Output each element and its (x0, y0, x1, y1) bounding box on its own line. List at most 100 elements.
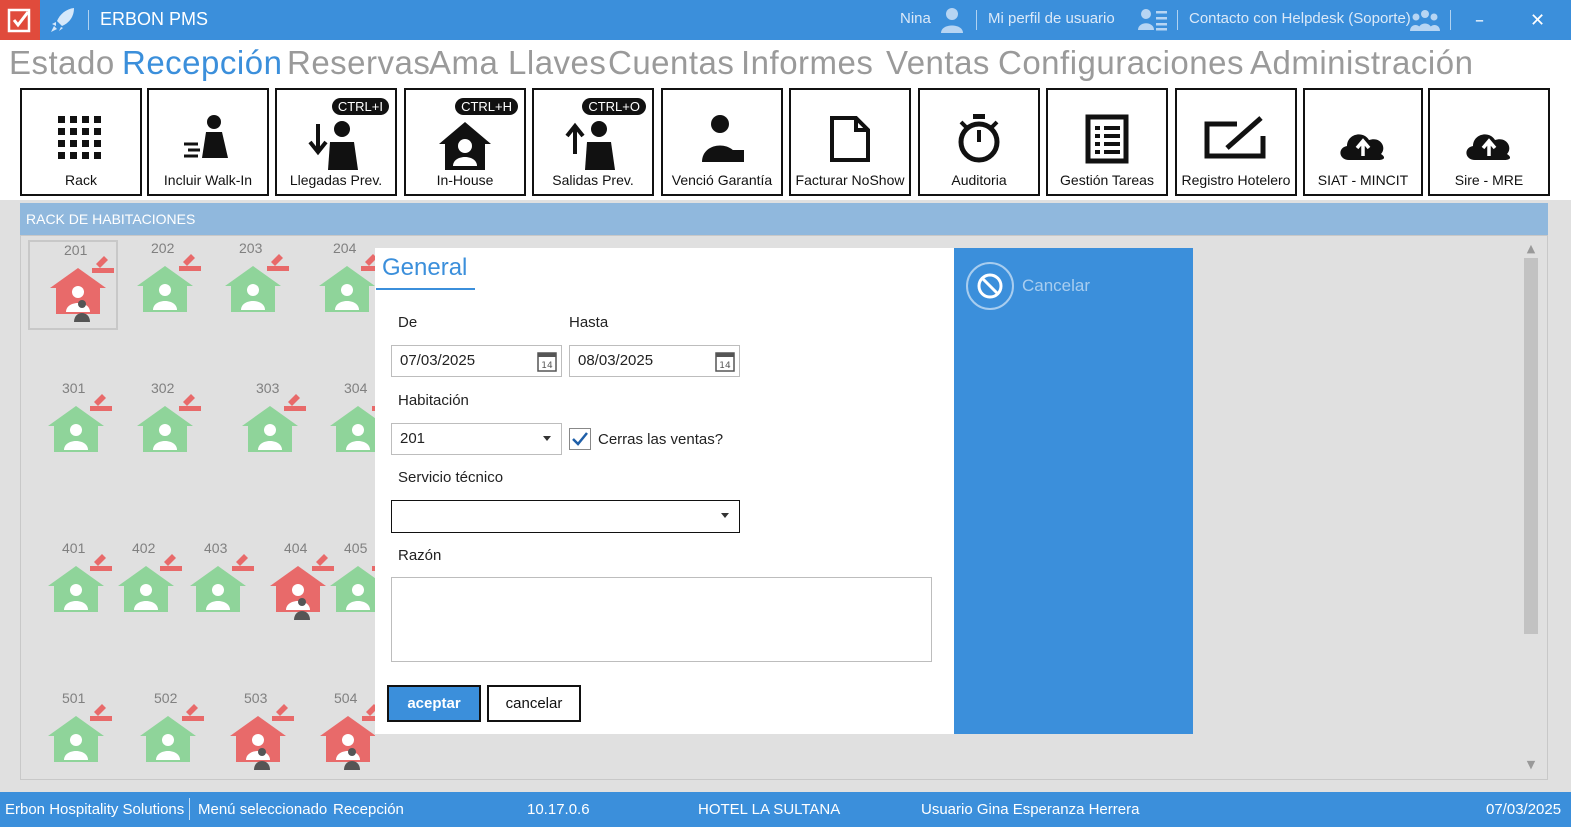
title-separator (1450, 10, 1451, 30)
hotel-name: HOTEL LA SULTANA (698, 801, 841, 818)
tool-label: Llegadas Prev. (289, 172, 383, 188)
to-date-field[interactable]: 08/03/2025 14 (569, 345, 740, 377)
tool-sire-button[interactable]: Sire - MRE (1428, 88, 1550, 196)
reason-textarea[interactable] (391, 577, 932, 662)
helpdesk-link[interactable]: Contacto con Helpdesk (Soporte) (1189, 10, 1411, 27)
app-version: 10.17.0.6 (527, 801, 590, 818)
title-bar: ERBON PMS Nina Mi perfil de usuario Cont… (0, 0, 1571, 40)
shortcut-badge: CTRL+O (582, 98, 646, 115)
tool-audit-button[interactable]: Auditoria (918, 88, 1040, 196)
grid-icon (58, 116, 101, 159)
room-number: 204 (333, 240, 357, 256)
room-203[interactable]: 203 (205, 240, 295, 330)
from-date-value: 07/03/2025 (400, 352, 476, 369)
room-501[interactable]: 501 (28, 690, 118, 780)
profile-link[interactable]: Mi perfil de usuario (988, 10, 1115, 27)
room-302[interactable]: 302 (117, 380, 207, 470)
tech-service-select[interactable] (391, 500, 740, 533)
tool-guarantee-button[interactable]: Venció Garantía (661, 88, 783, 196)
tool-registry-button[interactable]: Registro Hotelero (1175, 88, 1297, 196)
tool-siat-button[interactable]: SIAT - MINCIT (1303, 88, 1423, 196)
house-icon (439, 122, 491, 170)
svg-text:14: 14 (541, 361, 553, 371)
tool-departures-button[interactable]: CTRL+O Salidas Prev. (532, 88, 654, 196)
minimize-button[interactable]: – (1452, 0, 1507, 40)
room-403[interactable]: 403 (170, 540, 260, 630)
arrivals-icon (308, 121, 358, 170)
room-201[interactable]: 201 (28, 240, 118, 330)
calendar-icon[interactable]: 14 (537, 350, 557, 372)
tool-label: Venció Garantía (671, 172, 773, 188)
room-202[interactable]: 202 (117, 240, 207, 330)
room-304[interactable]: 304 (310, 380, 375, 470)
room-504[interactable]: 504 (300, 690, 375, 780)
title-separator (1177, 10, 1178, 30)
menu-estado[interactable]: Estado (9, 44, 115, 82)
menu-ventas[interactable]: Ventas (886, 44, 990, 82)
accept-button[interactable]: aceptar (387, 685, 481, 722)
tool-noshow-button[interactable]: Facturar NoShow (789, 88, 911, 196)
room-select[interactable]: 201 (391, 423, 562, 455)
room-number: 502 (154, 690, 178, 706)
tool-inhouse-button[interactable]: CTRL+H In-House (404, 88, 526, 196)
status-separator (189, 798, 190, 820)
departures-icon (565, 121, 615, 170)
user-icon[interactable] (940, 7, 964, 33)
main-menu: Estado Recepción Reservas Ama Llaves Cue… (0, 40, 1571, 88)
tool-arrivals-button[interactable]: CTRL+I Llegadas Prev. (275, 88, 397, 196)
tool-label: Sire - MRE (1454, 172, 1524, 188)
from-date-field[interactable]: 07/03/2025 14 (391, 345, 562, 377)
edit-icon (1204, 116, 1266, 159)
side-cancel-button[interactable]: Cancelar (966, 262, 1116, 310)
menu-recepcion[interactable]: Recepción (122, 44, 282, 82)
close-sales-checkbox[interactable] (569, 428, 591, 450)
rocket-icon[interactable] (48, 6, 78, 34)
walk-in-icon (184, 115, 228, 158)
tool-label: Incluir Walk-In (163, 172, 253, 188)
menu-informes[interactable]: Informes (741, 44, 873, 82)
scroll-down-button[interactable]: ▼ (1524, 758, 1538, 771)
tool-label: Registro Hotelero (1181, 172, 1291, 188)
room-number: 202 (151, 240, 175, 256)
room-204[interactable]: 204 (299, 240, 375, 330)
tab-general[interactable]: General (382, 254, 467, 282)
room-503[interactable]: 503 (210, 690, 300, 780)
tool-rack-button[interactable]: Rack (20, 88, 142, 196)
title-separator (976, 10, 977, 30)
menu-configuraciones[interactable]: Configuraciones (998, 44, 1244, 82)
room-301[interactable]: 301 (28, 380, 118, 470)
room-number: 302 (151, 380, 175, 396)
team-icon[interactable] (1410, 9, 1440, 31)
room-502[interactable]: 502 (120, 690, 210, 780)
menu-administracion[interactable]: Administración (1250, 44, 1473, 82)
room-number: 504 (334, 690, 358, 706)
tool-label: Gestión Tareas (1060, 172, 1154, 188)
room-number: 501 (62, 690, 86, 706)
guarantee-icon (702, 115, 744, 162)
tool-label: Salidas Prev. (552, 172, 634, 188)
room-number: 401 (62, 540, 86, 556)
tool-walkin-button[interactable]: Incluir Walk-In (147, 88, 269, 196)
menu-reservas[interactable]: Reservas (287, 44, 430, 82)
tool-tasks-button[interactable]: Gestión Tareas (1046, 88, 1168, 196)
chevron-down-icon (543, 436, 551, 441)
menu-cuentas[interactable]: Cuentas (608, 44, 734, 82)
close-sales-label[interactable]: Cerras las ventas? (598, 431, 723, 448)
current-date: 07/03/2025 (1486, 801, 1562, 818)
tab-underline (376, 288, 475, 290)
shortcut-badge: CTRL+H (455, 98, 518, 115)
menu-ama-llaves[interactable]: Ama Llaves (429, 44, 606, 82)
scroll-up-button[interactable]: ▲ (1524, 242, 1538, 255)
room-number: 303 (256, 380, 280, 396)
cancel-button[interactable]: cancelar (487, 685, 581, 722)
close-button[interactable]: ✕ (1510, 0, 1565, 40)
profile-list-icon[interactable] (1138, 8, 1168, 32)
room-number: 404 (284, 540, 308, 556)
rack-scrollbar[interactable] (1524, 258, 1538, 634)
calendar-icon[interactable]: 14 (715, 350, 735, 372)
room-number: 503 (244, 690, 268, 706)
to-date-value: 08/03/2025 (578, 352, 654, 369)
room-405[interactable]: 405 (310, 540, 375, 630)
user-name[interactable]: Nina (900, 10, 931, 27)
room-303[interactable]: 303 (222, 380, 312, 470)
